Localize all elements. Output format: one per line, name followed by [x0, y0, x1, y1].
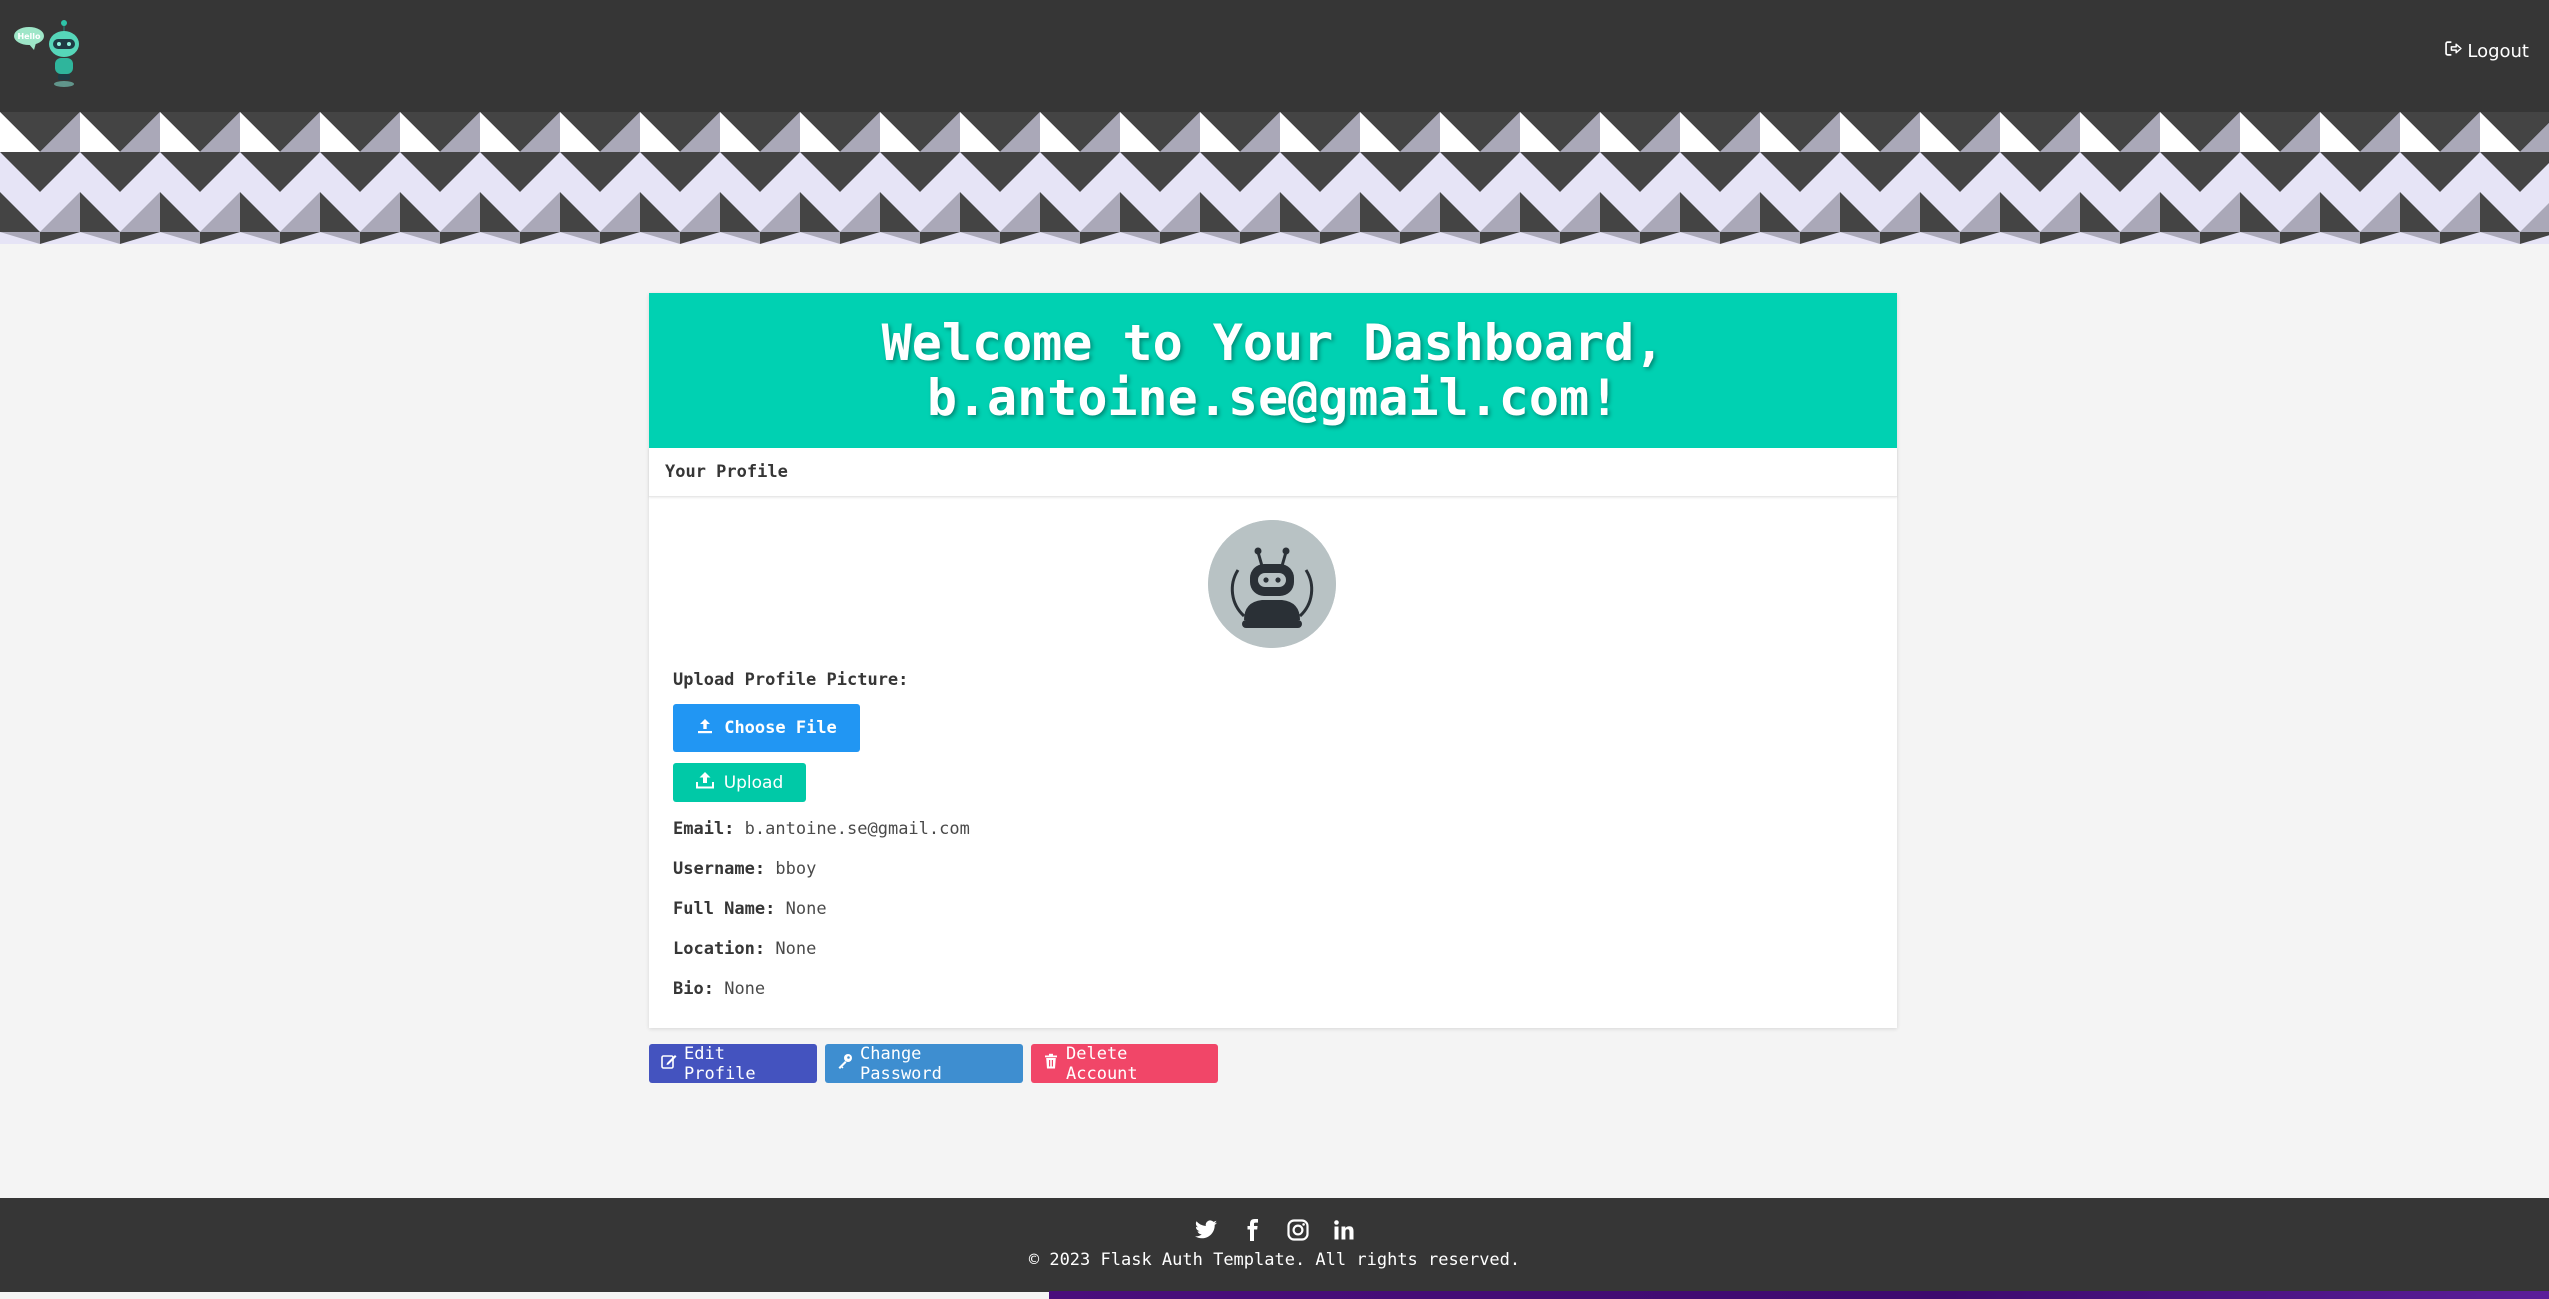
bio-row: Bio: None: [673, 979, 765, 999]
username-row: Username: bboy: [673, 859, 816, 879]
bio-label: Bio:: [673, 979, 714, 999]
upload-picture-label: Upload Profile Picture:: [673, 670, 909, 690]
delete-account-label: Delete Account: [1066, 1043, 1138, 1084]
location-value: None: [775, 939, 817, 959]
full-name-row: Full Name: None: [673, 899, 827, 919]
profile-header-title: Your Profile: [665, 462, 788, 482]
pattern-banner: [0, 112, 2549, 244]
footer: © 2023 Flask Auth Template. All rights r…: [0, 1198, 2549, 1292]
email-row: Email: b.antoine.se@gmail.com: [673, 819, 970, 839]
logout-label: Logout: [2467, 40, 2529, 62]
welcome-hero: Welcome to Your Dashboard, b.antoine.se@…: [649, 293, 1897, 448]
location-row: Location: None: [673, 939, 816, 959]
choose-file-label: Choose File: [724, 718, 837, 738]
sign-out-icon: [2445, 40, 2463, 62]
instagram-icon[interactable]: [1286, 1218, 1310, 1242]
linkedin-icon[interactable]: [1332, 1218, 1356, 1242]
upload-icon: [696, 717, 714, 740]
upload-button-label: Upload: [723, 772, 784, 793]
change-password-button[interactable]: Change Password: [825, 1043, 1023, 1084]
username-value: bboy: [775, 859, 817, 879]
upload-icon: [695, 771, 714, 794]
choose-file-button[interactable]: Choose File: [673, 704, 860, 752]
trash-icon: [1043, 1053, 1059, 1074]
bio-value: None: [724, 979, 766, 999]
logout-link[interactable]: Logout: [2445, 40, 2529, 62]
logo-robot-icon[interactable]: Hello: [14, 18, 86, 88]
key-icon: [837, 1053, 853, 1074]
change-password-label: Change Password: [860, 1043, 942, 1084]
welcome-title: Welcome to Your Dashboard, b.antoine.se@…: [881, 313, 1665, 427]
edit-icon: [661, 1053, 677, 1074]
logo-text: Hello: [17, 32, 41, 41]
email-label: Email:: [673, 819, 735, 839]
full-name-label: Full Name:: [673, 899, 776, 919]
top-navbar: Hello Logout: [0, 0, 2549, 112]
edit-profile-label: Edit Profile: [684, 1043, 756, 1084]
profile-card: Welcome to Your Dashboard, b.antoine.se@…: [649, 293, 1897, 1028]
email-value: b.antoine.se@gmail.com: [744, 819, 970, 839]
location-label: Location:: [673, 939, 766, 959]
bottom-accent-strip: [1049, 1291, 2549, 1299]
profile-avatar: [1208, 520, 1336, 648]
upload-button[interactable]: Upload: [673, 763, 806, 802]
edit-profile-button[interactable]: Edit Profile: [649, 1043, 817, 1084]
social-links: [0, 1218, 2549, 1242]
username-label: Username:: [673, 859, 766, 879]
twitter-icon[interactable]: [1194, 1218, 1218, 1242]
copyright-text: © 2023 Flask Auth Template. All rights r…: [1028, 1250, 1521, 1270]
full-name-value: None: [785, 899, 827, 919]
delete-account-button[interactable]: Delete Account: [1031, 1043, 1218, 1084]
profile-card-header: Your Profile: [649, 448, 1897, 497]
facebook-icon[interactable]: [1240, 1218, 1264, 1242]
